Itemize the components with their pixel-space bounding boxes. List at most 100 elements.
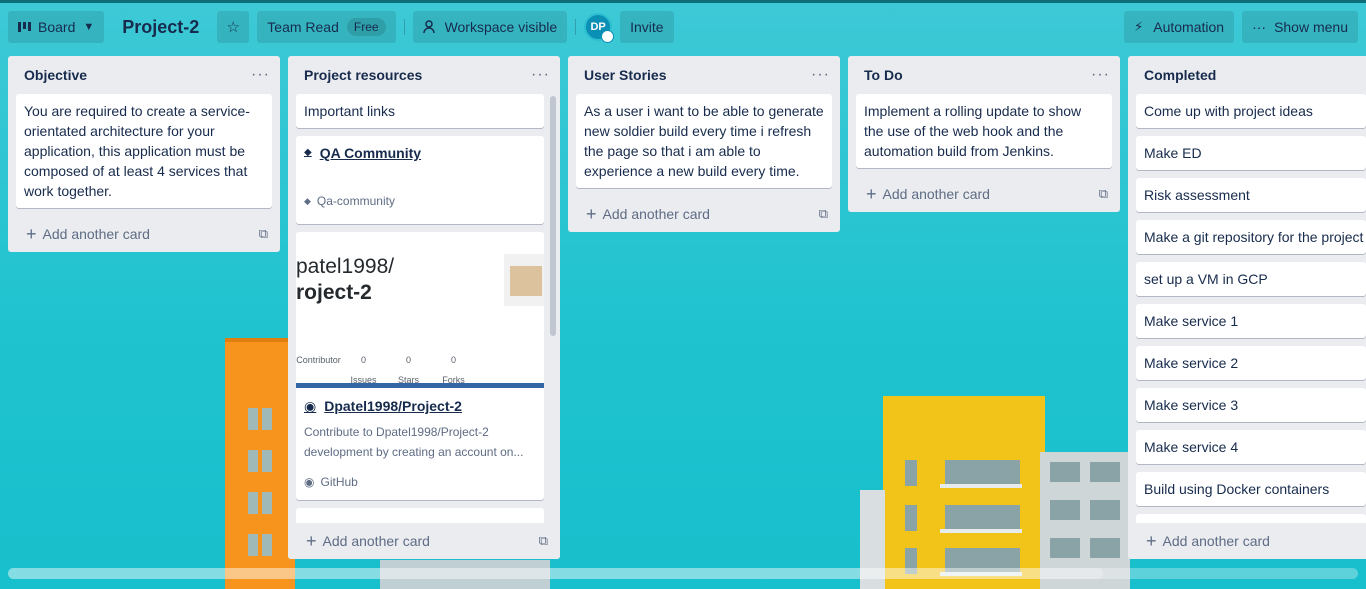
list-scrollbar[interactable] <box>550 96 556 336</box>
invite-button[interactable]: Invite <box>620 11 674 43</box>
view-switcher-label: Board <box>38 19 76 35</box>
qa-logo-icon: ◆ <box>304 147 312 158</box>
stat-label: Forks <box>442 375 465 385</box>
list-title[interactable]: User Stories <box>584 67 666 83</box>
team-button[interactable]: Team Read Free <box>257 11 396 43</box>
list-objective: Objective ··· You are required to create… <box>8 56 280 252</box>
add-card-button[interactable]: + Add another card ⧉ <box>288 523 560 559</box>
github-icon: ◉ <box>304 398 317 414</box>
list-project-resources: Project resources ··· Important links ◆ Q… <box>288 56 560 559</box>
divider <box>403 19 405 35</box>
stat-label: Stars <box>397 375 419 385</box>
plus-icon: + <box>866 183 877 204</box>
card[interactable]: As a user i want to be able to generate … <box>576 94 832 188</box>
add-card-button[interactable]: + Add another card ⧉ <box>8 216 280 252</box>
list-title[interactable]: Completed <box>1144 67 1216 83</box>
list-menu-icon[interactable]: ··· <box>1091 66 1110 84</box>
list-menu-icon[interactable]: ··· <box>251 66 270 84</box>
link-card-title[interactable]: QA Community <box>320 143 421 163</box>
add-card-label: Add another card <box>602 206 710 222</box>
add-card-button[interactable]: + Add another card ⧉ <box>848 176 1120 212</box>
list-completed: Completed Come up with project ideas Mak… <box>1128 56 1366 559</box>
template-icon[interactable]: ⧉ <box>539 533 548 549</box>
github-preview-image: patel1998/ roject-2 Contributor 0 Issues … <box>296 232 544 388</box>
card[interactable]: Risk assessment <box>1136 178 1366 212</box>
github-icon: ◉ <box>304 475 315 489</box>
repo-avatar <box>504 254 544 306</box>
plan-badge: Free <box>346 18 386 36</box>
admin-badge-icon <box>601 30 615 43</box>
stat-label: Contributor <box>296 355 341 365</box>
automation-button[interactable]: ⚡ Automation <box>1124 11 1235 43</box>
visibility-label: Workspace visible <box>444 19 558 35</box>
list-menu-icon[interactable]: ··· <box>531 66 550 84</box>
star-board-button[interactable]: ☆ <box>217 11 250 43</box>
preview-line-1: patel1998/ <box>296 255 395 278</box>
add-card-button[interactable]: + Add another card ⧉ <box>568 196 840 232</box>
card[interactable]: Come up with project ideas <box>1136 94 1366 128</box>
github-card-source: GitHub <box>320 475 358 489</box>
stat-value: 0 <box>405 355 411 365</box>
template-icon[interactable]: ⧉ <box>259 226 268 242</box>
list-header[interactable]: Project resources ··· <box>288 56 560 94</box>
team-label: Team Read <box>267 19 339 35</box>
card[interactable]: Make service 4 <box>1136 430 1366 464</box>
add-card-label: Add another card <box>42 226 150 242</box>
card[interactable]: Make service 3 <box>1136 388 1366 422</box>
stat-value: 0 <box>360 355 366 365</box>
qa-logo-icon: ◆ <box>304 196 311 206</box>
card[interactable]: Implement a rolling update to show the u… <box>856 94 1112 168</box>
plus-icon: + <box>306 530 317 551</box>
list-title[interactable]: Objective <box>24 67 87 83</box>
avatar[interactable]: DP <box>584 13 615 43</box>
chevron-down-icon: ▼ <box>83 21 95 33</box>
view-switcher-button[interactable]: Board ▼ <box>8 11 105 43</box>
show-menu-label: Show menu <box>1274 19 1348 35</box>
card[interactable]: Make service 2 <box>1136 346 1366 380</box>
github-card-title[interactable]: Dpatel1998/Project-2 <box>324 396 462 416</box>
card[interactable]: Important links <box>296 94 544 128</box>
list-header[interactable]: User Stories ··· <box>568 56 840 94</box>
preview-line-2: roject-2 <box>296 281 372 304</box>
plus-icon: + <box>26 223 37 244</box>
board-header: Board ▼ Project-2 ☆ Team Read Free Works… <box>0 3 1366 51</box>
ellipsis-icon: ··· <box>1252 19 1267 35</box>
list-title[interactable]: To Do <box>864 67 903 83</box>
list-title[interactable]: Project resources <box>304 67 422 83</box>
card[interactable]: Make a git repository for the project <box>1136 220 1366 254</box>
repo-stats: Contributor 0 Issues 0 Stars 0 Forks <box>296 350 476 385</box>
stat-value: 0 <box>450 355 456 365</box>
lightning-icon: ⚡ <box>1134 19 1144 34</box>
link-card-github[interactable]: patel1998/ roject-2 Contributor 0 Issues … <box>296 232 544 500</box>
card[interactable]: Make ED <box>1136 136 1366 170</box>
card[interactable]: Build using Docker containers <box>1136 472 1366 506</box>
stat-label: Issues <box>350 375 377 385</box>
visibility-button[interactable]: Workspace visible <box>412 11 568 43</box>
list-header[interactable]: Completed <box>1128 56 1366 94</box>
card[interactable]: Make service 1 <box>1136 304 1366 338</box>
list-menu-icon[interactable]: ··· <box>811 66 830 84</box>
people-icon <box>422 20 435 34</box>
divider <box>575 19 577 35</box>
automation-label: Automation <box>1153 19 1225 35</box>
list-header[interactable]: Objective ··· <box>8 56 280 94</box>
link-card-source: Qa-community <box>316 194 395 208</box>
board-title[interactable]: Project-2 <box>112 17 209 38</box>
add-card-label: Add another card <box>322 533 430 549</box>
board-horizontal-scrollbar[interactable] <box>8 568 1358 579</box>
github-card-description: Contribute to Dpatel1998/Project-2 devel… <box>304 425 524 459</box>
list-header[interactable]: To Do ··· <box>848 56 1120 94</box>
show-menu-button[interactable]: ··· Show menu <box>1242 11 1358 43</box>
template-icon[interactable]: ⧉ <box>1099 186 1108 202</box>
link-card-qa-community[interactable]: ◆ QA Community ◆ Qa-community <box>296 136 544 224</box>
add-card-label: Add another card <box>882 186 990 202</box>
scrollbar-thumb[interactable] <box>8 568 1103 579</box>
star-icon: ☆ <box>226 19 240 36</box>
plus-icon: + <box>586 203 597 224</box>
add-card-label: Add another card <box>1162 533 1270 549</box>
card[interactable]: You are required to create a service-ori… <box>16 94 272 208</box>
add-card-button[interactable]: + Add another card <box>1128 523 1366 559</box>
list-to-do: To Do ··· Implement a rolling update to … <box>848 56 1120 212</box>
template-icon[interactable]: ⧉ <box>819 206 828 222</box>
card[interactable]: set up a VM in GCP <box>1136 262 1366 296</box>
